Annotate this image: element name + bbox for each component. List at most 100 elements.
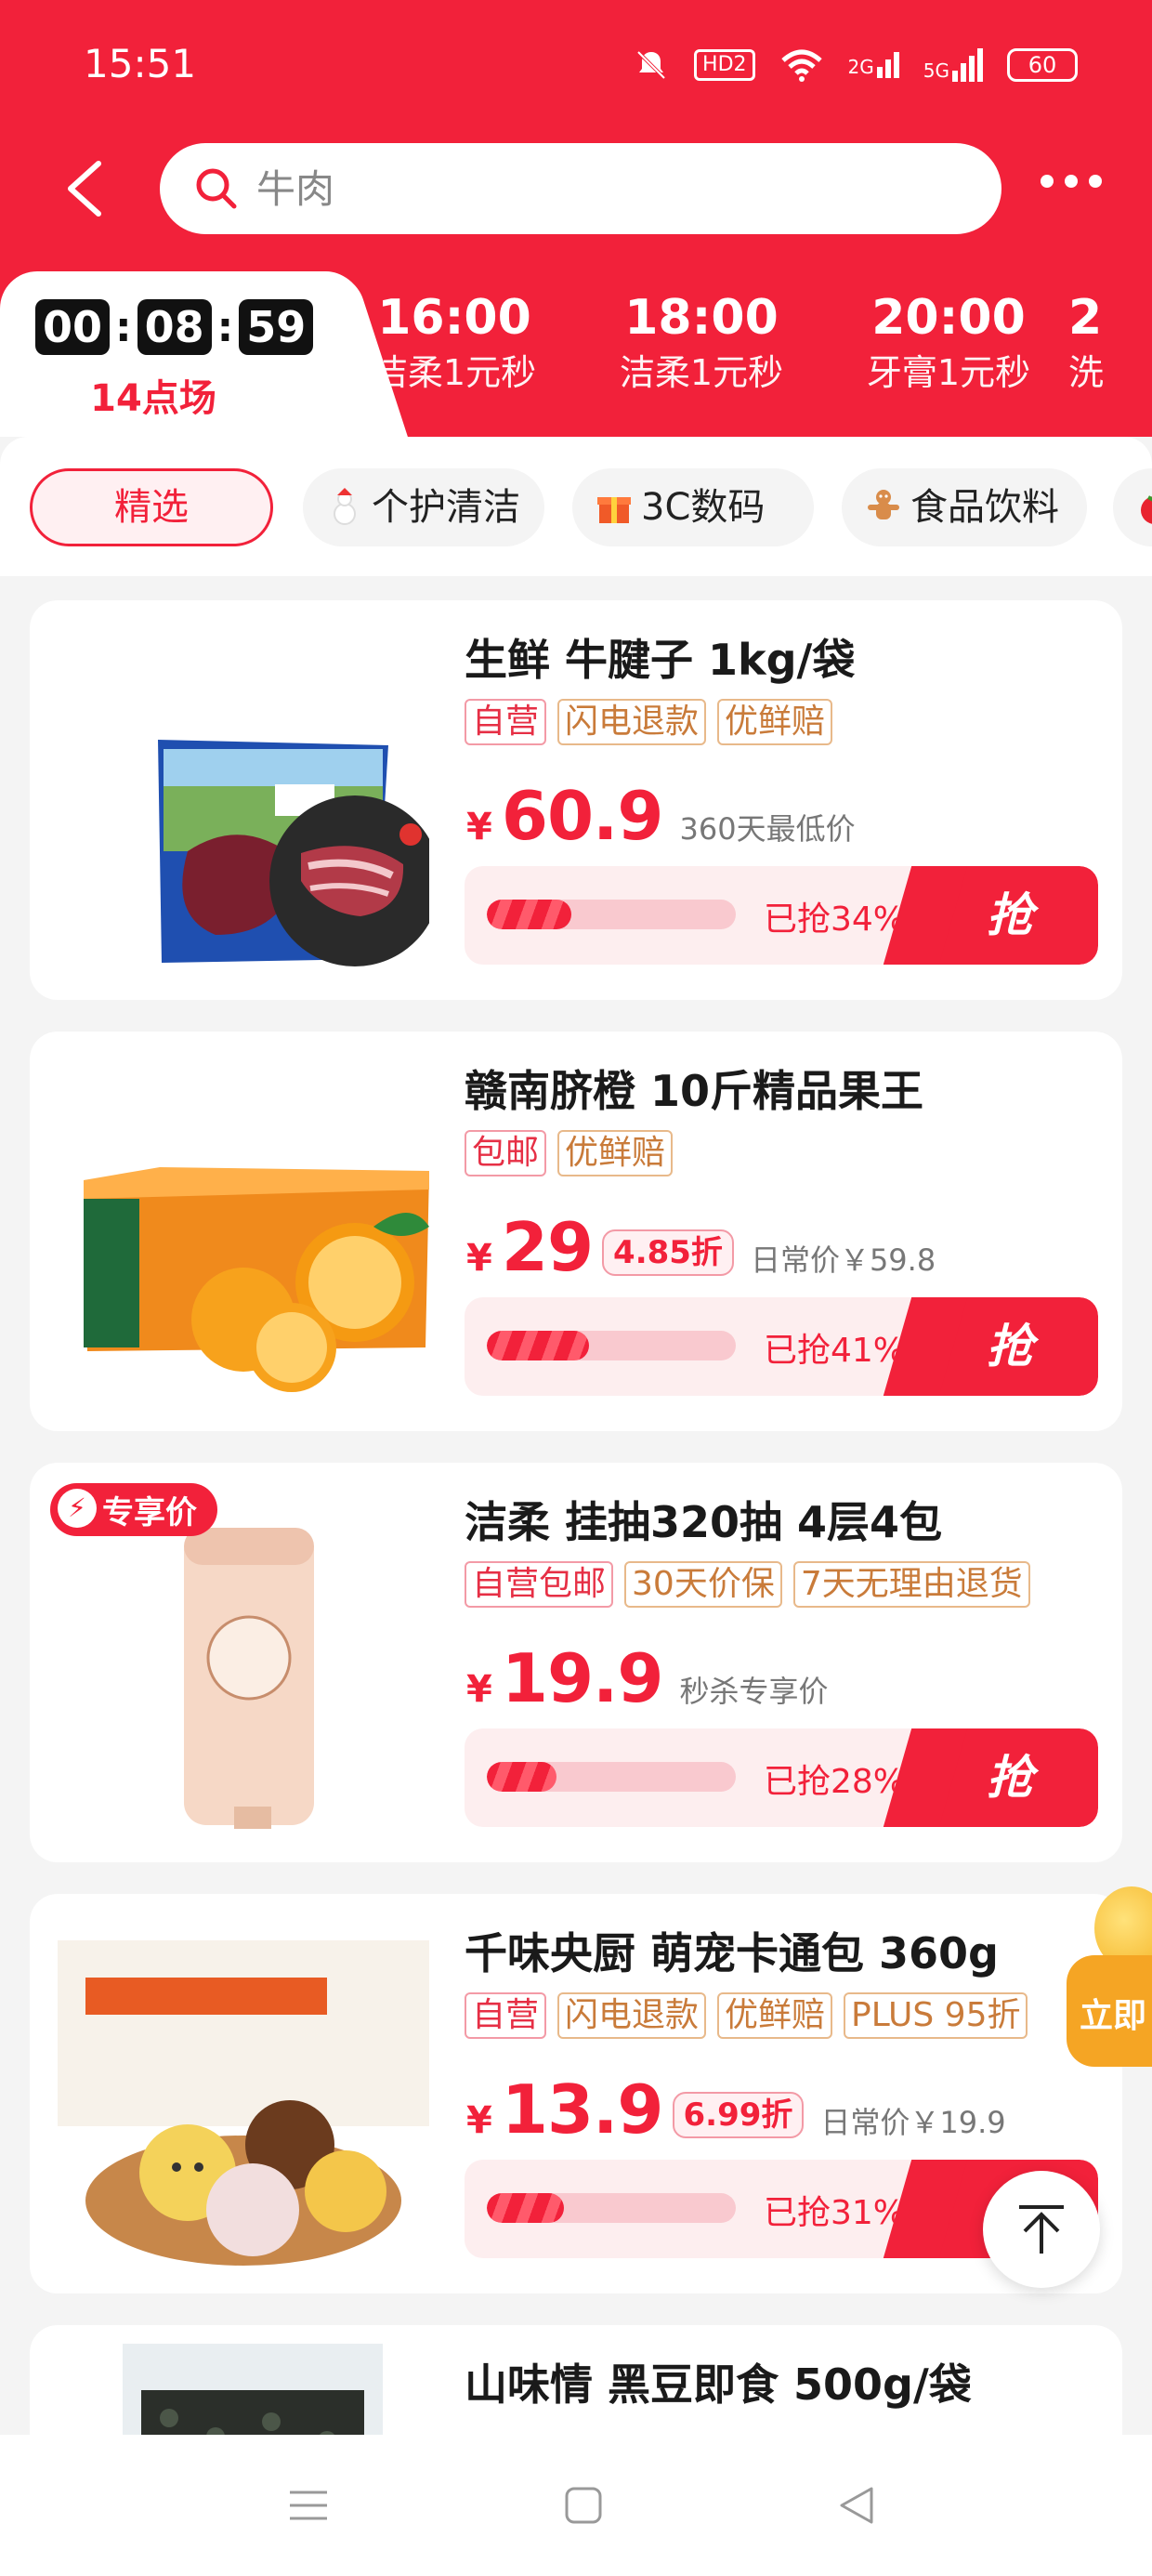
tab-time: 2 <box>1068 290 1103 346</box>
hd-icon: HD2 <box>694 49 755 81</box>
wifi-icon <box>780 49 822 82</box>
signal-2g-icon: 2G <box>848 52 899 78</box>
promo-floating-button[interactable]: 立即 <box>1067 1955 1152 2067</box>
tomato-icon <box>1141 495 1152 524</box>
signal-2g-label: 2G <box>847 56 874 78</box>
back-triangle-icon[interactable] <box>834 2483 879 2528</box>
progress-label: 已抢28% <box>764 1763 906 1801</box>
price-currency: ¥ <box>466 806 492 848</box>
category-chip-food-drink[interactable]: 食品饮料 <box>842 468 1087 546</box>
cartoon-bun-image <box>58 1940 429 2266</box>
grab-label: 抢 <box>987 888 1033 942</box>
price-value: 19.9 <box>501 1639 664 1717</box>
price-note: 秒杀专享价 <box>679 1674 829 1709</box>
more-options-icon[interactable] <box>1041 175 1102 188</box>
product-tag: 自营 <box>465 1992 547 2039</box>
product-price: ¥ 19.9 秒杀专享价 <box>466 1639 829 1717</box>
category-chip-featured[interactable]: 精选 <box>30 468 273 546</box>
product-title: 洁柔 挂抽320抽 4层4包 <box>465 1497 943 1547</box>
progress-strip: 已抢28% 抢 <box>465 1728 1098 1827</box>
product-tag: 优鲜赔 <box>557 1130 674 1176</box>
price-currency: ¥ <box>466 2099 492 2142</box>
search-icon <box>196 168 237 209</box>
price-value: 29 <box>501 1208 594 1286</box>
countdown-timer: 00 : 08 : 59 <box>35 299 314 355</box>
product-tag: 自营包邮 <box>465 1561 614 1608</box>
product-tag: 闪电退款 <box>557 1992 707 2039</box>
product-card[interactable]: 赣南脐橙 10斤精品果王 包邮 优鲜赔 ¥ 29 4.85折 日常价￥59.8 … <box>30 1032 1122 1431</box>
status-bar: 15:51 HD2 2G 5G 60 <box>0 0 1152 139</box>
category-label: 3C数码 <box>641 486 766 529</box>
progress-label: 已抢31% <box>764 2194 906 2232</box>
product-tags: 自营 闪电退款 优鲜赔 <box>465 699 833 745</box>
product-price: ¥ 29 4.85折 日常价￥59.8 <box>466 1208 936 1286</box>
grab-label: 抢 <box>987 1320 1033 1373</box>
product-tag: 30天价保 <box>624 1561 782 1608</box>
tab-time: 16:00 <box>377 290 531 346</box>
search-input[interactable] <box>256 156 962 221</box>
discount-badge: 6.99折 <box>672 2092 805 2138</box>
product-card[interactable]: 生鲜 牛腱子 1kg/袋 自营 闪电退款 优鲜赔 ¥ 60.9 360天最低价 … <box>30 600 1122 1000</box>
back-arrow-icon[interactable] <box>59 156 115 221</box>
progress-label: 已抢41% <box>764 1332 906 1370</box>
countdown-hours: 00 <box>35 299 111 355</box>
mute-bell-icon <box>636 50 666 80</box>
product-tag: 优鲜赔 <box>717 1992 833 2039</box>
product-card[interactable]: ⚡ 专享价 洁柔 挂抽320抽 4层4包 自营包邮 30天价保 7天无理由退货 ¥… <box>30 1463 1122 1862</box>
product-tags: 自营包邮 30天价保 7天无理由退货 <box>465 1561 1030 1608</box>
price-value: 13.9 <box>501 2070 664 2149</box>
active-session-label: 14点场 <box>90 377 216 420</box>
lightning-icon: ⚡ <box>58 1489 97 1528</box>
session-tabs: 00 : 08 : 59 14点场 16:00 洁柔1元秒 18:00 洁柔1元… <box>0 271 1152 437</box>
product-tag: 7天无理由退货 <box>792 1561 1030 1608</box>
category-chip-personal-care[interactable]: 个护清洁 <box>303 468 544 546</box>
battery-icon: 60 <box>1007 48 1078 82</box>
tab-session-next[interactable]: 2 洗 <box>1068 288 1152 398</box>
category-label: 精选 <box>114 486 189 529</box>
progress-bar <box>487 2193 736 2223</box>
navel-orange-box-image <box>84 1167 429 1392</box>
product-card[interactable]: 千味央厨 萌宠卡通包 360g 自营 闪电退款 优鲜赔 PLUS 95折 ¥ 1… <box>30 1894 1122 2293</box>
product-title: 千味央厨 萌宠卡通包 360g <box>465 1928 999 1978</box>
product-tags: 自营 闪电退款 优鲜赔 PLUS 95折 <box>465 1992 1028 2039</box>
tab-session-1800[interactable]: 18:00 洁柔1元秒 <box>578 288 825 398</box>
tab-subtitle: 牙膏1元秒 <box>866 352 1031 393</box>
promo-label: 立即 <box>1080 1997 1147 2035</box>
progress-bar <box>487 900 736 929</box>
signal-5g-icon: 5G <box>923 48 983 82</box>
product-title: 生鲜 牛腱子 1kg/袋 <box>465 635 856 685</box>
back-to-top-button[interactable] <box>983 2171 1100 2288</box>
product-title: 赣南脐橙 10斤精品果王 <box>465 1066 924 1116</box>
countdown-seconds: 59 <box>239 299 314 355</box>
grab-button[interactable]: 抢 <box>922 866 1098 965</box>
category-label: 个护清洁 <box>372 486 520 529</box>
countdown-minutes: 08 <box>137 299 212 355</box>
gift-icon <box>597 497 631 523</box>
price-note: 360天最低价 <box>679 811 856 847</box>
arrow-up-icon <box>1019 2205 1064 2254</box>
tab-session-2000[interactable]: 20:00 牙膏1元秒 <box>825 288 1072 398</box>
category-chip-3c-digital[interactable]: 3C数码 <box>572 468 814 546</box>
menu-icon[interactable] <box>286 2483 331 2528</box>
price-note: 日常价￥19.9 <box>820 2105 1006 2140</box>
search-header <box>0 139 1152 242</box>
grab-button[interactable]: 抢 <box>922 1728 1098 1827</box>
price-currency: ¥ <box>466 1668 492 1711</box>
gingerbread-icon <box>868 490 899 519</box>
tab-subtitle: 洁柔1元秒 <box>372 352 537 393</box>
grab-button[interactable]: 抢 <box>922 1297 1098 1396</box>
badge-label: 专享价 <box>102 1494 197 1531</box>
home-square-icon[interactable] <box>561 2483 606 2528</box>
progress-strip: 已抢34% 抢 <box>465 866 1098 965</box>
tab-session-1600[interactable]: 16:00 洁柔1元秒 <box>331 288 578 398</box>
system-navigation-bar <box>0 2435 1152 2576</box>
tab-time: 20:00 <box>871 290 1026 346</box>
search-box[interactable] <box>160 143 1001 234</box>
signal-5g-label: 5G <box>923 59 949 82</box>
progress-strip: 已抢41% 抢 <box>465 1297 1098 1396</box>
tab-active-session[interactable]: 00 : 08 : 59 14点场 <box>0 271 325 437</box>
product-tag: PLUS 95折 <box>844 1992 1028 2039</box>
product-tag: 自营 <box>465 699 547 745</box>
tissue-pack-image <box>184 1528 314 1829</box>
status-icons: HD2 2G 5G 60 <box>633 46 1078 84</box>
